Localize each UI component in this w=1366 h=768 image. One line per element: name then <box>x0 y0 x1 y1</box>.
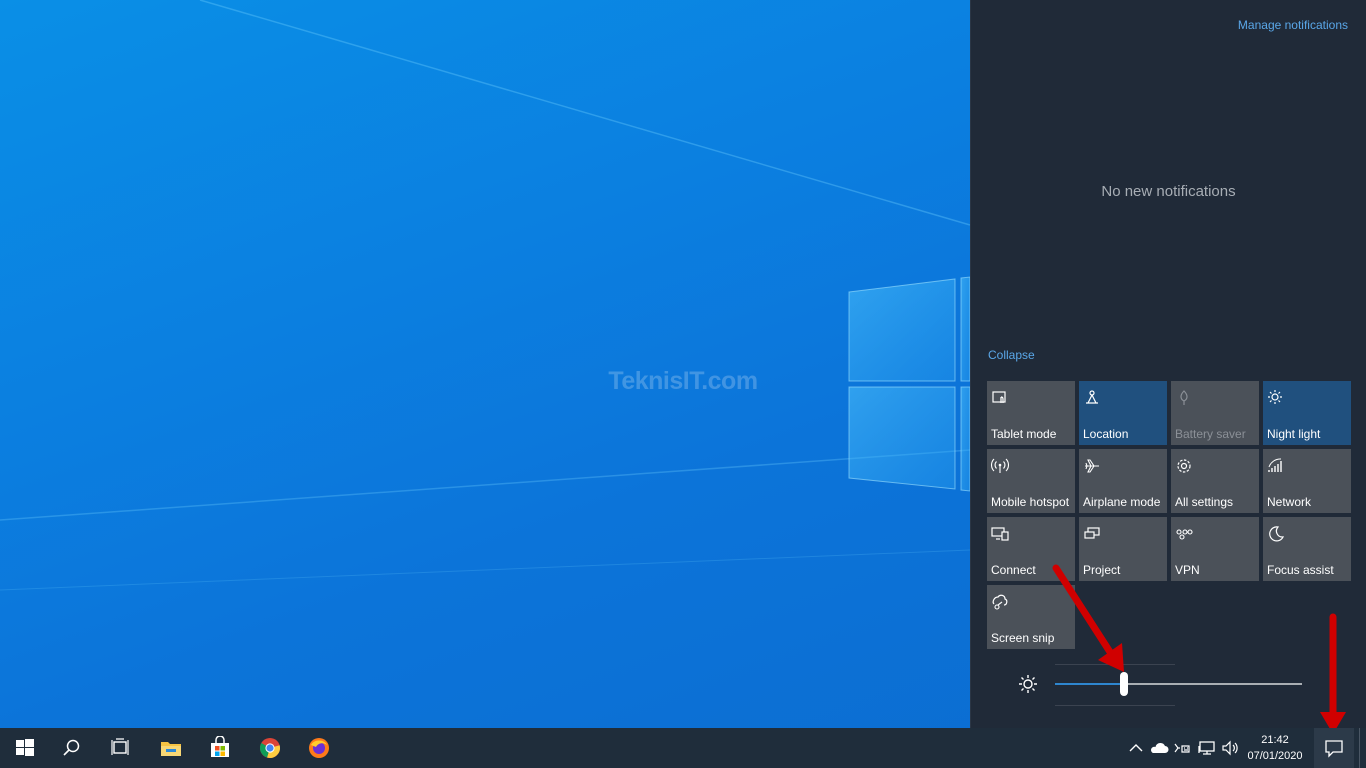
action-center-button[interactable] <box>1314 728 1354 768</box>
microsoft-store-icon <box>211 736 229 757</box>
screen-snip-icon <box>992 594 1008 610</box>
tile-night-light[interactable]: Night light <box>1263 381 1351 445</box>
tile-vpn[interactable]: VPN <box>1171 517 1259 581</box>
tile-label: Tablet mode <box>991 427 1057 441</box>
firefox-icon <box>309 738 329 758</box>
moon-icon <box>1269 526 1285 542</box>
tile-project[interactable]: Project <box>1079 517 1167 581</box>
no-notifications-message: No new notifications <box>1101 183 1236 200</box>
tile-label: Screen snip <box>991 631 1055 645</box>
settings-gear-icon <box>1177 459 1191 473</box>
brightness-control <box>1011 664 1311 706</box>
firefox-button[interactable] <box>294 728 342 768</box>
network-wired-icon[interactable] <box>1197 738 1217 758</box>
tablet-mode-icon <box>992 391 1006 403</box>
tile-airplane-mode[interactable]: Airplane mode <box>1079 449 1167 513</box>
location-icon <box>1086 390 1098 404</box>
chrome-button[interactable] <box>245 728 293 768</box>
clock-date: 07/01/2020 <box>1247 750 1303 762</box>
search-icon <box>63 739 80 756</box>
tile-mobile-hotspot[interactable]: Mobile hotspot <box>987 449 1075 513</box>
brightness-slider-track[interactable] <box>1055 672 1302 696</box>
onedrive-cloud-icon[interactable] <box>1149 738 1169 758</box>
tile-focus-assist[interactable]: Focus assist <box>1263 517 1351 581</box>
quick-actions-grid: Tablet mode Location Battery saver Night… <box>987 381 1351 649</box>
collapse-link[interactable]: Collapse <box>988 348 1035 362</box>
notification-icon <box>1325 740 1343 758</box>
tile-tablet-mode[interactable]: Tablet mode <box>987 381 1075 445</box>
battery-saver-icon <box>1180 390 1188 405</box>
connect-icon <box>991 527 1009 541</box>
tile-all-settings[interactable]: All settings <box>1171 449 1259 513</box>
tile-connect[interactable]: Connect <box>987 517 1075 581</box>
action-center-panel: Manage notifications No new notification… <box>970 0 1366 728</box>
tile-label: Airplane mode <box>1083 495 1161 509</box>
chevron-up-icon[interactable] <box>1126 738 1146 758</box>
tile-label: Mobile hotspot <box>991 495 1070 509</box>
watermark-text: TeknisIT.com <box>608 367 758 395</box>
task-view-button[interactable] <box>96 728 144 768</box>
taskbar-clock[interactable]: 21:42 07/01/2020 <box>1240 732 1310 764</box>
slider-frame-line <box>1055 705 1175 706</box>
tile-label: Night light <box>1267 427 1321 441</box>
tile-location[interactable]: Location <box>1079 381 1167 445</box>
tile-label: Connect <box>991 563 1036 577</box>
tile-network[interactable]: Network <box>1263 449 1351 513</box>
tile-battery-saver: Battery saver <box>1171 381 1259 445</box>
tile-label: VPN <box>1175 563 1200 577</box>
tile-label: Network <box>1267 495 1312 509</box>
brightness-sun-icon <box>1019 675 1037 693</box>
tile-label: Project <box>1083 563 1121 577</box>
start-icon <box>16 739 34 756</box>
tile-label: Location <box>1083 427 1129 441</box>
brightness-slider-fill <box>1055 683 1124 685</box>
mobile-hotspot-icon <box>991 458 1009 473</box>
file-explorer-button[interactable] <box>146 728 194 768</box>
input-keyboard-icon[interactable] <box>1172 738 1192 758</box>
search-button[interactable] <box>48 728 96 768</box>
start-button[interactable] <box>0 728 48 768</box>
chrome-icon <box>259 738 280 758</box>
manage-notifications-link[interactable]: Manage notifications <box>1238 18 1348 32</box>
volume-icon[interactable] <box>1220 738 1240 758</box>
tile-screen-snip[interactable]: Screen snip <box>987 585 1075 649</box>
tile-label: Focus assist <box>1267 563 1334 577</box>
airplane-icon <box>1085 459 1099 473</box>
vpn-icon <box>1176 529 1193 540</box>
night-light-icon <box>1268 390 1282 404</box>
clock-time: 21:42 <box>1261 734 1289 746</box>
microsoft-store-button[interactable] <box>195 728 243 768</box>
show-desktop-button[interactable] <box>1359 728 1366 768</box>
project-icon <box>1084 527 1100 539</box>
slider-frame-line <box>1055 664 1175 665</box>
file-explorer-icon <box>161 742 181 756</box>
tile-label: Battery saver <box>1175 427 1246 441</box>
task-view-icon <box>111 738 129 755</box>
taskbar: 21:42 07/01/2020 <box>0 728 1366 768</box>
brightness-slider-thumb[interactable] <box>1120 672 1128 696</box>
tile-label: All settings <box>1175 495 1234 509</box>
network-icon <box>1268 458 1282 472</box>
